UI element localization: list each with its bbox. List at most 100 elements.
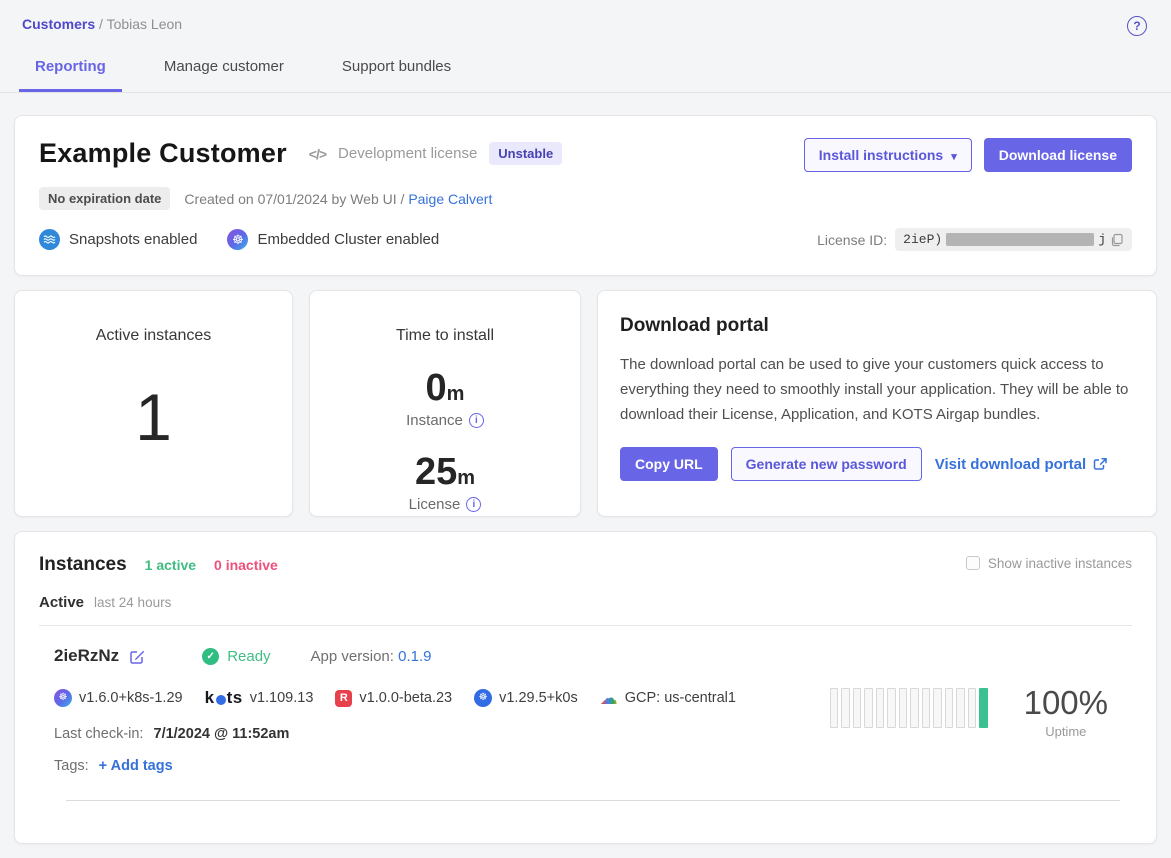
- instance-install-unit: m: [447, 383, 465, 405]
- cloud-provider-badge: ☁ GCP: us-central1: [600, 689, 736, 707]
- install-instructions-label: Install instructions: [819, 147, 943, 163]
- uptime-bar: [887, 688, 896, 728]
- tags-row: Tags: + Add tags: [54, 758, 736, 774]
- visit-download-portal-label: Visit download portal: [935, 456, 1086, 473]
- uptime-bar: [979, 688, 988, 728]
- active-instances-title: Active instances: [96, 327, 212, 345]
- app-version-link[interactable]: 0.1.9: [398, 648, 431, 665]
- download-portal-card: Download portal The download portal can …: [597, 290, 1157, 517]
- embedded-cluster-icon: ☸: [227, 229, 248, 250]
- instances-card: Instances 1 active 0 inactive Show inact…: [14, 531, 1157, 844]
- kubernetes-version: v1.29.5+k0s: [499, 690, 578, 706]
- uptime-bar: [841, 688, 850, 728]
- embedded-cluster-version-badge: ☸ v1.6.0+k8s-1.29: [54, 689, 183, 707]
- time-to-install-card: Time to install 0m Instance i 25m Licens…: [309, 290, 581, 517]
- replicated-sdk-version-badge: R v1.0.0-beta.23: [335, 690, 452, 707]
- inactive-count: 0 inactive: [214, 557, 278, 573]
- kubernetes-version-badge: ☸ v1.29.5+k0s: [474, 689, 578, 707]
- instance-install-time: 0m: [426, 367, 465, 410]
- edit-icon[interactable]: [129, 648, 146, 665]
- instance-id: 2ieRzNz: [54, 646, 119, 666]
- code-icon: </>: [309, 146, 326, 162]
- tab-reporting[interactable]: Reporting: [19, 50, 122, 92]
- active-instances-card: Active instances 1: [14, 290, 293, 517]
- kots-version-badge: kts v1.109.13: [205, 688, 314, 708]
- visit-download-portal-link[interactable]: Visit download portal: [935, 456, 1108, 473]
- breadcrumb-separator: /: [99, 16, 103, 32]
- feature-snapshots-label: Snapshots enabled: [69, 231, 197, 248]
- uptime-bar: [899, 688, 908, 728]
- kubernetes-icon: ☸: [474, 689, 492, 707]
- download-license-label: Download license: [999, 147, 1117, 163]
- feature-embedded-cluster-label: Embedded Cluster enabled: [257, 231, 439, 248]
- created-text: Created on 07/01/2024 by Web UI / Paige …: [184, 191, 492, 207]
- help-icon[interactable]: ?: [1127, 16, 1147, 36]
- license-install-label: License: [409, 496, 461, 513]
- download-portal-title: Download portal: [620, 315, 1134, 337]
- uptime-bar: [968, 688, 977, 728]
- feature-snapshots: Snapshots enabled: [39, 229, 197, 250]
- download-portal-description: The download portal can be used to give …: [620, 353, 1134, 427]
- instance-status: ✓ Ready: [202, 648, 270, 665]
- show-inactive-toggle[interactable]: Show inactive instances: [966, 556, 1132, 571]
- license-info-icon[interactable]: i: [466, 497, 481, 512]
- last-checkin-row: Last check-in: 7/1/2024 @ 11:52am: [54, 726, 736, 742]
- tab-manage-customer[interactable]: Manage customer: [148, 50, 300, 92]
- instance-info-icon[interactable]: i: [469, 413, 484, 428]
- download-license-button[interactable]: Download license: [984, 138, 1132, 172]
- instance-install-label-row: Instance i: [406, 412, 484, 429]
- ready-check-icon: ✓: [202, 648, 219, 665]
- uptime-bar: [910, 688, 919, 728]
- instance-row: 2ieRzNz ✓ Ready App version: 0.1.9: [39, 626, 1132, 843]
- uptime-bar: [876, 688, 885, 728]
- license-install-label-row: License i: [409, 496, 482, 513]
- main-content: Example Customer </> Development license…: [0, 93, 1171, 858]
- breadcrumb-customers-link[interactable]: Customers: [22, 16, 95, 32]
- license-install-minutes: 25: [415, 451, 457, 493]
- uptime-label: Uptime: [1024, 724, 1108, 739]
- app-version: App version: 0.1.9: [311, 648, 432, 665]
- replicated-sdk-version: v1.0.0-beta.23: [359, 690, 452, 706]
- tab-support-bundles[interactable]: Support bundles: [326, 50, 467, 92]
- uptime-bar: [922, 688, 931, 728]
- tags-label: Tags:: [54, 758, 89, 774]
- license-id-value: 2ieP) j: [895, 228, 1132, 251]
- time-to-install-title: Time to install: [396, 327, 494, 345]
- uptime-bar: [945, 688, 954, 728]
- breadcrumb: Customers / Tobias Leon: [22, 16, 182, 32]
- uptime-bar: [830, 688, 839, 728]
- uptime-bar: [853, 688, 862, 728]
- cloud-provider-region: GCP: us-central1: [625, 690, 736, 706]
- instances-title: Instances: [39, 554, 127, 576]
- uptime-stat: 100% Uptime: [1024, 684, 1108, 739]
- feature-embedded-cluster: ☸ Embedded Cluster enabled: [227, 229, 439, 250]
- copy-url-button[interactable]: Copy URL: [620, 447, 718, 481]
- active-section-label: Active: [39, 594, 84, 611]
- channel-badge: Unstable: [489, 142, 562, 165]
- last-checkin-label: Last check-in:: [54, 726, 143, 742]
- tab-bar: Reporting Manage customer Support bundle…: [0, 50, 1171, 93]
- app-version-label: App version:: [311, 648, 394, 665]
- gcp-icon: ☁: [600, 689, 618, 707]
- instance-status-text: Ready: [227, 648, 270, 665]
- license-id-redaction: [946, 233, 1094, 246]
- embedded-cluster-version: v1.6.0+k8s-1.29: [79, 690, 183, 706]
- chevron-down-icon: ▾: [951, 150, 957, 163]
- show-inactive-checkbox[interactable]: [966, 556, 980, 570]
- install-instructions-button[interactable]: Install instructions ▾: [804, 138, 972, 172]
- kots-logo: kts: [205, 688, 243, 708]
- version-badges-row: ☸ v1.6.0+k8s-1.29 kts v1.109.13 R v1.0.0…: [54, 688, 736, 708]
- copy-icon[interactable]: [1110, 233, 1124, 247]
- generate-password-button[interactable]: Generate new password: [731, 447, 922, 481]
- created-text-static: Created on 07/01/2024 by Web UI /: [184, 191, 404, 207]
- copy-url-label: Copy URL: [635, 456, 703, 472]
- uptime-bar: [956, 688, 965, 728]
- uptime-bar: [864, 688, 873, 728]
- add-tags-link[interactable]: + Add tags: [99, 758, 173, 774]
- license-type-label: Development license: [338, 145, 477, 162]
- uptime-section: 100% Uptime: [830, 670, 1132, 774]
- created-by-link[interactable]: Paige Calvert: [408, 191, 492, 207]
- last-checkin-value: 7/1/2024 @ 11:52am: [154, 726, 290, 742]
- license-install-unit: m: [457, 467, 475, 489]
- uptime-chart: [830, 688, 988, 728]
